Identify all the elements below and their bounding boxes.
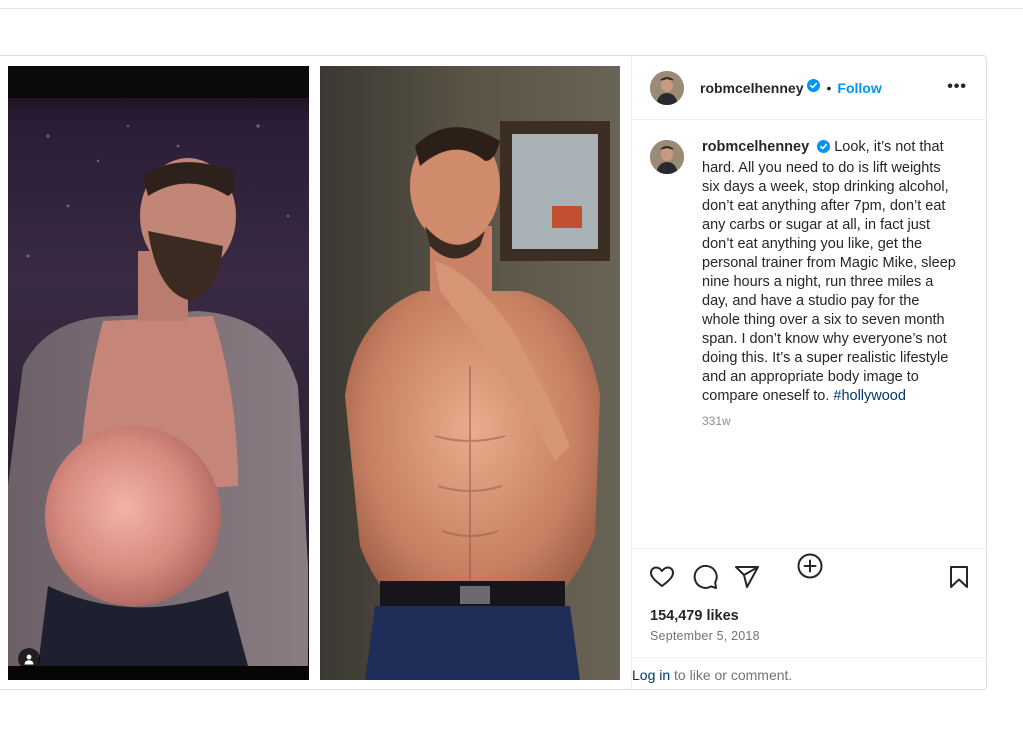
login-prompt: Log in to like or comment. xyxy=(632,657,987,689)
avatar[interactable] xyxy=(650,70,684,105)
login-link[interactable]: Log in xyxy=(632,667,670,683)
caption-avatar[interactable] xyxy=(650,140,684,174)
post-media[interactable] xyxy=(0,56,631,689)
photo-right-image xyxy=(320,66,620,680)
top-divider xyxy=(0,8,1023,9)
verified-badge-icon xyxy=(807,78,821,97)
hashtag-link[interactable]: #hollywood xyxy=(833,388,906,404)
post-sidebar: robmcelhenney • Follow ••• robmcelhenney… xyxy=(631,56,987,689)
photo-left-image xyxy=(8,66,309,680)
heart-icon[interactable] xyxy=(648,563,676,591)
post-photo-left xyxy=(8,66,309,680)
login-prompt-text: to like or comment. xyxy=(670,667,793,683)
post-header: robmcelhenney • Follow ••• xyxy=(632,56,987,120)
follow-button[interactable]: Follow xyxy=(837,80,881,96)
post-card: robmcelhenney • Follow ••• robmcelhenney… xyxy=(0,55,987,690)
header-username[interactable]: robmcelhenney xyxy=(700,80,803,96)
send-icon[interactable] xyxy=(733,563,761,591)
comment-icon[interactable] xyxy=(691,563,719,591)
likes-count[interactable]: 154,479 likes xyxy=(650,608,739,624)
bookmark-icon[interactable] xyxy=(945,563,973,591)
post-date: September 5, 2018 xyxy=(650,629,760,643)
user-tag-icon[interactable] xyxy=(18,648,40,670)
verified-badge-icon xyxy=(817,140,831,159)
post-photo-right xyxy=(320,66,620,680)
more-options-button[interactable]: ••• xyxy=(947,78,967,96)
caption: robmcelhenney Look, it’s not that hard. … xyxy=(650,138,975,431)
caption-area: robmcelhenney Look, it’s not that hard. … xyxy=(632,120,987,579)
post-time-ago[interactable]: 331w xyxy=(702,412,960,431)
separator-dot: • xyxy=(826,79,832,96)
caption-text: Look, it’s not that hard. All you need t… xyxy=(702,139,956,404)
caption-text-block: robmcelhenney Look, it’s not that hard. … xyxy=(702,138,960,431)
caption-username[interactable]: robmcelhenney xyxy=(702,139,809,155)
post-actions: 154,479 likes September 5, 2018 xyxy=(632,548,987,658)
